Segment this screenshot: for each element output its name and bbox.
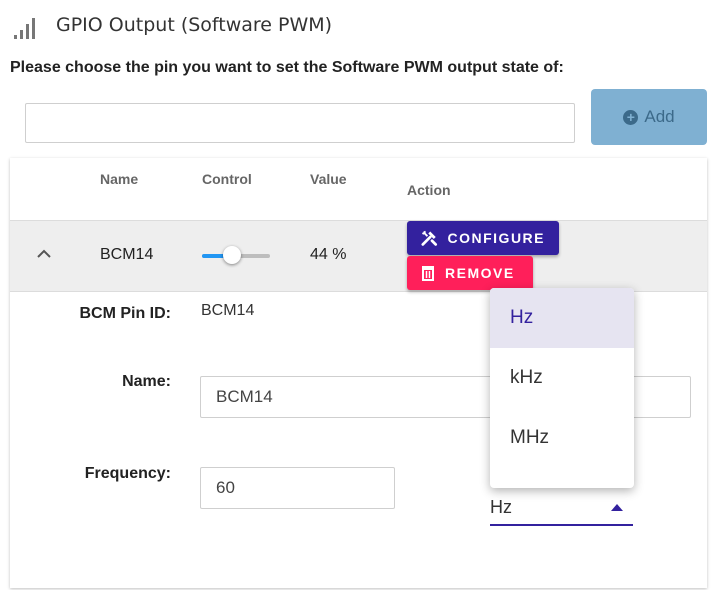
column-header-value: Value	[310, 171, 347, 187]
row-name: BCM14	[100, 246, 154, 263]
remove-button[interactable]: REMOVE	[407, 256, 533, 290]
instruction-text: Please choose the pin you want to set th…	[10, 59, 564, 76]
row-value: 44 %	[310, 246, 347, 263]
unit-select[interactable]: Hz	[490, 490, 633, 526]
caret-up-icon	[611, 503, 623, 511]
name-label: Name:	[122, 373, 171, 390]
pwm-slider-thumb[interactable]	[222, 246, 241, 264]
remove-button-label: REMOVE	[445, 265, 515, 281]
unit-option-mhz[interactable]: MHz	[490, 408, 634, 468]
add-button[interactable]: + Add	[591, 89, 707, 145]
add-button-label: Add	[644, 107, 675, 126]
configure-button[interactable]: CONFIGURE	[407, 221, 559, 255]
chevron-up-icon[interactable]	[36, 246, 52, 262]
plus-circle-icon: +	[623, 109, 639, 125]
frequency-field[interactable]: 60	[200, 467, 395, 509]
column-header-action: Action	[407, 182, 451, 198]
trash-icon	[422, 266, 434, 281]
unit-option-hz[interactable]: Hz	[490, 288, 634, 348]
column-header-name: Name	[100, 171, 139, 187]
unit-option-khz[interactable]: kHz	[490, 348, 634, 408]
frequency-label: Frequency:	[84, 465, 171, 482]
page-title: GPIO Output (Software PWM)	[56, 14, 333, 36]
signal-bars-icon	[14, 17, 38, 39]
pin-input[interactable]	[25, 103, 575, 143]
column-header-control: Control	[202, 171, 252, 187]
configure-button-label: CONFIGURE	[447, 230, 545, 246]
bcm-pin-label: BCM Pin ID:	[79, 305, 171, 322]
unit-menu: Hz kHz MHz	[490, 288, 634, 488]
bcm-pin-value: BCM14	[201, 302, 255, 319]
tools-icon	[421, 230, 438, 246]
unit-select-value: Hz	[490, 496, 512, 517]
